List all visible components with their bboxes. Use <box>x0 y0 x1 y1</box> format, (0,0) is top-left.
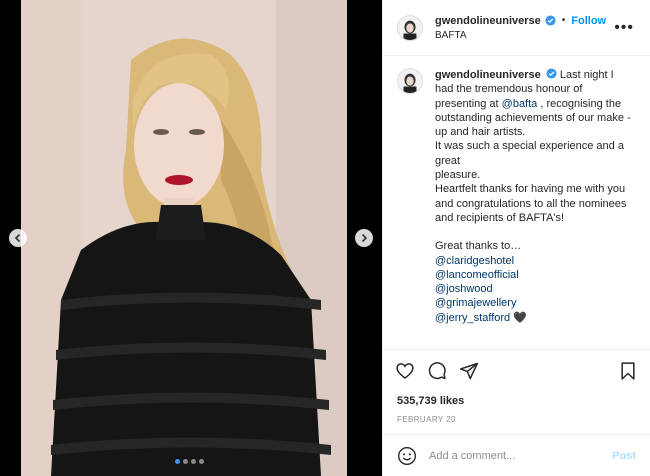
verified-badge-icon <box>545 15 556 26</box>
carousel-prev-button[interactable] <box>9 229 27 247</box>
post-comment-button[interactable]: Post <box>612 450 636 462</box>
emoji-icon[interactable] <box>397 446 417 466</box>
more-options-button[interactable]: ••• <box>612 19 636 37</box>
share-icon[interactable] <box>459 361 479 381</box>
post-media <box>0 0 382 476</box>
header-text: gwendolineuniverse • Follow BAFTA <box>435 15 612 41</box>
bookmark-icon[interactable] <box>618 361 638 381</box>
caption-line-5: Heartfelt thanks for having me with you … <box>435 183 627 224</box>
caption-line-3: It was such a special experience and a g… <box>435 140 624 167</box>
portrait-illustration <box>21 0 347 476</box>
avatar[interactable] <box>397 14 423 41</box>
action-bar <box>383 349 650 391</box>
mention-joshwood[interactable]: @joshwood <box>435 282 635 296</box>
comment-input[interactable] <box>429 449 613 462</box>
carousel-dots <box>175 459 204 464</box>
comment-bar: Post <box>383 434 650 476</box>
instagram-post: gwendolineuniverse • Follow BAFTA ••• gw… <box>0 0 650 476</box>
carousel-dot <box>199 459 204 464</box>
caption-username[interactable]: gwendolineuniverse <box>435 69 541 81</box>
mention-bafta[interactable]: @bafta <box>502 98 538 110</box>
likes-count[interactable]: 535,739 likes <box>383 395 650 407</box>
chevron-left-icon <box>14 233 21 243</box>
carousel-dot <box>183 459 188 464</box>
location-link[interactable]: BAFTA <box>435 30 612 41</box>
heart-emoji: 🖤 <box>513 311 527 324</box>
post-header: gwendolineuniverse • Follow BAFTA ••• <box>383 0 650 56</box>
carousel-next-button[interactable] <box>355 229 373 247</box>
mention-claridgeshotel[interactable]: @claridgeshotel <box>435 254 635 268</box>
caption-paragraph-1: gwendolineuniverse Last night I had the … <box>435 68 635 139</box>
caption-last-line: @jerry_stafford 🖤 <box>435 311 635 325</box>
caption-line-4: pleasure. <box>435 169 481 182</box>
caption-section: gwendolineuniverse Last night I had the … <box>383 56 650 345</box>
caption-text: gwendolineuniverse Last night I had the … <box>435 68 635 345</box>
heart-icon[interactable] <box>395 361 415 381</box>
post-sidebar: gwendolineuniverse • Follow BAFTA ••• gw… <box>382 0 650 476</box>
post-date[interactable]: FEBRUARY 20 <box>383 415 650 424</box>
mention-grimajewellery[interactable]: @grimajewellery <box>435 296 635 310</box>
verified-badge-icon <box>546 68 557 79</box>
carousel-dot <box>191 459 196 464</box>
chevron-right-icon <box>361 233 368 243</box>
caption-avatar[interactable] <box>397 68 423 94</box>
caption-line-6: Great thanks to… <box>435 240 522 253</box>
header-separator: • <box>561 15 566 26</box>
avatar-image <box>398 69 422 93</box>
header-username[interactable]: gwendolineuniverse <box>435 15 541 27</box>
comment-icon[interactable] <box>427 361 447 381</box>
username-row: gwendolineuniverse • Follow <box>435 15 612 27</box>
avatar-image <box>398 15 422 40</box>
follow-button[interactable]: Follow <box>571 15 606 27</box>
carousel-dot <box>175 459 180 464</box>
post-photo[interactable] <box>21 0 347 476</box>
mention-lancomeofficial[interactable]: @lancomeofficial <box>435 268 635 282</box>
mention-jerry-stafford[interactable]: @jerry_stafford <box>435 312 510 324</box>
